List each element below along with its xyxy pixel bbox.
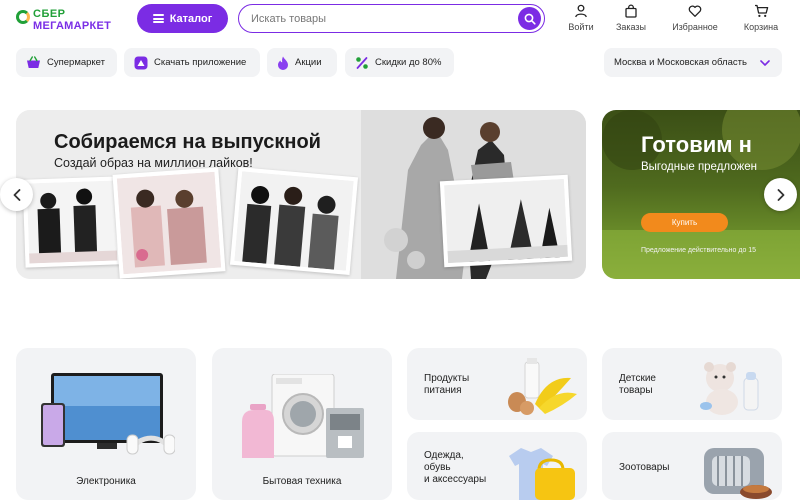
bag-icon [625,4,637,18]
kids-image [700,362,759,415]
photo-card [229,166,359,276]
category-appliances[interactable]: Бытовая техника [212,348,392,500]
percent-icon [356,56,368,69]
orders-link[interactable]: Заказы [614,4,648,34]
category-pets[interactable]: Зоотовары [602,432,782,500]
category-clothing[interactable]: Одежда, обувь и аксессуары [407,432,587,500]
logo-line1: СБЕР [33,8,66,20]
app-icon [134,56,148,69]
chevron-left-icon [13,188,20,201]
catalog-button[interactable]: Каталог [137,4,228,33]
chip-label: Скидки до 80% [375,57,442,68]
sber-megamarket-logo[interactable]: СБЕР МЕГАМАРКЕТ [16,8,128,32]
category-groceries[interactable]: Продукты питания [407,348,587,420]
chip-discounts[interactable]: Скидки до 80% [345,48,454,77]
banner-title: Готовим н [641,132,752,157]
search-input[interactable] [251,12,491,25]
clothing-image [509,448,575,500]
carousel-next-button[interactable] [764,178,797,211]
banner-title: Собираемся на выпускной [54,131,321,153]
chip-download-app[interactable]: Скачать приложение [124,48,260,77]
catalog-label: Каталог [169,12,213,25]
orders-label: Заказы [615,22,647,32]
category-label: Одежда, обувь и аксессуары [424,450,487,485]
category-label: Бытовая техника [262,476,342,487]
banner-subtitle: Создай образ на миллион лайков! [54,156,253,170]
pets-image [704,448,772,499]
photo-card [22,176,122,268]
chip-supermarket[interactable]: Супермаркет [16,48,117,77]
category-label: Детские товары [619,373,656,396]
banner-note: Предложение действительно до 15 [641,247,757,254]
promo-banner-graduation[interactable]: Собираемся на выпускной Создай образ на … [16,110,586,279]
chip-label: Акции [295,57,322,68]
login-link[interactable]: Войти [567,4,595,34]
category-label: Зоотовары [619,462,670,473]
region-selector[interactable]: Москва и Московская область [604,48,782,77]
chevron-right-icon [777,188,784,201]
menu-icon [152,14,164,23]
search-button[interactable] [518,7,541,30]
category-electronics[interactable]: Электроника [16,348,196,500]
electronics-image [41,373,175,455]
cart-label: Корзина [743,22,779,32]
chip-label: Супермаркет [47,57,106,68]
logo-mark-icon [16,10,30,24]
carousel-prev-button[interactable] [0,178,33,211]
chip-label: Скачать приложение [154,57,247,68]
chip-promotions[interactable]: Акции [267,48,337,77]
banner-subtitle: Выгодные предложен [641,161,757,173]
favorites-link[interactable]: Избранное [668,4,722,34]
chevron-down-icon [760,59,770,66]
login-label: Войти [568,22,594,32]
cart-icon [754,4,768,17]
search-icon [524,13,536,25]
cart-link[interactable]: Корзина [740,4,782,34]
user-icon [575,4,587,18]
heart-icon [688,5,702,17]
category-kids[interactable]: Детские товары [602,348,782,420]
basket-icon [27,56,40,68]
search-bar [238,4,545,33]
favorites-label: Избранное [672,22,718,32]
category-label: Продукты питания [424,373,470,396]
buy-button[interactable]: Купить [641,213,728,232]
photo-card [112,167,226,279]
category-label: Электроника [76,476,136,487]
photo-card [439,174,573,268]
groceries-image [508,358,577,415]
logo-line2: МЕГАМАРКЕТ [33,20,112,32]
fire-icon [278,56,288,70]
appliances-image [242,374,364,458]
region-label: Москва и Московская область [614,57,747,68]
